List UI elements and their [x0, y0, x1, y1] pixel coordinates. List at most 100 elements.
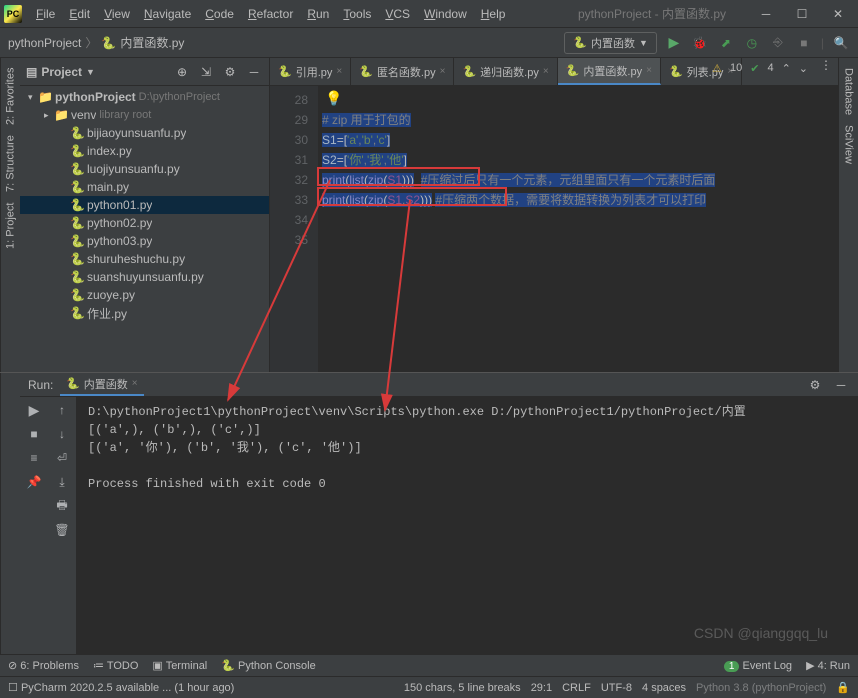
- hide-panel-button[interactable]: ─: [245, 63, 263, 81]
- line-gutter[interactable]: 2829303132333435: [270, 86, 318, 372]
- menu-help[interactable]: Help: [475, 4, 512, 24]
- menu-run[interactable]: Run: [301, 4, 335, 24]
- console-output[interactable]: D:\pythonProject1\pythonProject\venv\Scr…: [76, 397, 858, 654]
- gear-icon[interactable]: ⚙: [221, 63, 239, 81]
- left-strip-lower: [0, 373, 20, 654]
- tree-file[interactable]: 🐍main.py: [20, 178, 269, 196]
- tree-file[interactable]: 🐍shuruheshuchu.py: [20, 250, 269, 268]
- run-side-toolbar-2: ↑ ↓ ⏎ ⤓ 🖶 🗑: [48, 397, 76, 654]
- rerun-button[interactable]: ▶: [25, 401, 43, 419]
- code-content[interactable]: # zip 用于打包的S1=['a','b','c']S2=['你','我','…: [318, 86, 838, 372]
- tree-root[interactable]: ▾📁 pythonProject D:\pythonProject: [20, 88, 269, 106]
- tree-file[interactable]: 🐍python03.py: [20, 232, 269, 250]
- problems-tab[interactable]: ⊘ 6: Problems: [8, 659, 79, 672]
- strip-1Project[interactable]: 1: Project: [5, 202, 17, 248]
- event-log-tab[interactable]: 1 Event Log: [724, 660, 792, 672]
- project-tree[interactable]: ▾📁 pythonProject D:\pythonProject ▸📁 ven…: [20, 86, 269, 372]
- menu-code[interactable]: Code: [199, 4, 240, 24]
- python-console-tab[interactable]: 🐍 Python Console: [221, 659, 315, 672]
- profile-button[interactable]: ◷: [743, 34, 761, 52]
- tree-file[interactable]: 🐍suanshuyunsuanfu.py: [20, 268, 269, 286]
- run-config-selector[interactable]: 🐍内置函数▼: [564, 32, 657, 54]
- tree-file[interactable]: 🐍zuoye.py: [20, 286, 269, 304]
- run-bottom-tab[interactable]: ▶ 4: Run: [806, 659, 850, 672]
- tree-file[interactable]: 🐍bijiaoyunsuanfu.py: [20, 124, 269, 142]
- editor-area: 🐍引用.py×🐍匿名函数.py×🐍递归函数.py×🐍内置函数.py×🐍列表.py…: [270, 58, 838, 372]
- encoding[interactable]: UTF-8: [601, 682, 632, 694]
- strip-Database[interactable]: Database: [843, 68, 855, 115]
- pycharm-logo: PC: [4, 5, 22, 23]
- update-notification[interactable]: PyCharm 2020.2.5 available ... (1 hour a…: [21, 682, 234, 694]
- menu-tools[interactable]: Tools: [337, 4, 377, 24]
- tree-file[interactable]: 🐍python02.py: [20, 214, 269, 232]
- project-view-icon: ▤: [26, 65, 37, 79]
- menu-edit[interactable]: Edit: [63, 4, 96, 24]
- window-title: pythonProject - 内置函数.py: [578, 5, 746, 22]
- menu-view[interactable]: View: [98, 4, 136, 24]
- print-icon[interactable]: 🖶: [53, 497, 71, 515]
- expand-icon[interactable]: ⇲: [197, 63, 215, 81]
- menu-file[interactable]: File: [30, 4, 61, 24]
- strip-SciView[interactable]: SciView: [843, 125, 855, 164]
- editor-tab[interactable]: 🐍递归函数.py×: [454, 58, 557, 85]
- run-tab[interactable]: 🐍内置函数 ×: [60, 374, 144, 396]
- minimize-button[interactable]: ─: [750, 4, 782, 24]
- debug-button[interactable]: 🐞: [691, 34, 709, 52]
- menu-window[interactable]: Window: [418, 4, 473, 24]
- close-button[interactable]: ✕: [822, 4, 854, 24]
- search-everywhere-button[interactable]: 🔍: [832, 34, 850, 52]
- tab-list-icon[interactable]: ⋮: [814, 58, 838, 85]
- run-hide-button[interactable]: ─: [832, 376, 850, 394]
- run-side-toolbar: ▶ ■ ≡ 📌: [20, 397, 48, 654]
- terminal-tab[interactable]: ▣ Terminal: [152, 659, 207, 672]
- indent[interactable]: 4 spaces: [642, 682, 686, 694]
- editor-inspection[interactable]: ⚠10 ✔4 ⌃⌄: [712, 62, 808, 75]
- menu-refactor[interactable]: Refactor: [242, 4, 299, 24]
- warning-icon: ⚠: [712, 62, 722, 75]
- pin-icon[interactable]: 📌: [25, 473, 43, 491]
- tree-venv[interactable]: ▸📁 venv library root: [20, 106, 269, 124]
- tree-file[interactable]: 🐍index.py: [20, 142, 269, 160]
- run-button[interactable]: ▶: [665, 34, 683, 52]
- down-icon[interactable]: ↓: [53, 425, 71, 443]
- scroll-icon[interactable]: ⤓: [53, 473, 71, 491]
- breadcrumb-file[interactable]: 内置函数.py: [120, 34, 184, 51]
- status-bar: ☐ PyCharm 2020.2.5 available ... (1 hour…: [0, 676, 858, 698]
- todo-tab[interactable]: ≔ TODO: [93, 659, 138, 672]
- editor-tab[interactable]: 🐍匿名函数.py×: [351, 58, 454, 85]
- tree-file[interactable]: 🐍python01.py: [20, 196, 269, 214]
- up-icon[interactable]: ↑: [53, 401, 71, 419]
- attach-button[interactable]: ⎆: [769, 34, 787, 52]
- run-coverage-button[interactable]: ⬈: [717, 34, 735, 52]
- wrap-icon[interactable]: ⏎: [53, 449, 71, 467]
- locate-icon[interactable]: ⊕: [173, 63, 191, 81]
- menu-navigate[interactable]: Navigate: [138, 4, 197, 24]
- titlebar: PC FileEditViewNavigateCodeRefactorRunTo…: [0, 0, 858, 28]
- stop-run-button[interactable]: ■: [25, 425, 43, 443]
- check-icon: ✔: [750, 62, 759, 75]
- trash-icon[interactable]: 🗑: [53, 521, 71, 539]
- breadcrumb-root[interactable]: pythonProject: [8, 36, 81, 50]
- line-sep[interactable]: CRLF: [562, 682, 591, 694]
- menu-vcs[interactable]: VCS: [379, 4, 416, 24]
- char-count: 150 chars, 5 line breaks: [404, 682, 521, 694]
- run-panel: Run: 🐍内置函数 × ⚙ ─ ▶ ■ ≡ 📌 ↑ ↓ ⏎ ⤓ 🖶: [0, 372, 858, 654]
- run-gear-icon[interactable]: ⚙: [806, 376, 824, 394]
- main-area: 1: Project7: Structure2: Favorites ▤ Pro…: [0, 58, 858, 372]
- code-editor[interactable]: 💡 2829303132333435 # zip 用于打包的S1=['a','b…: [270, 86, 838, 372]
- left-tool-strip: 1: Project 7: Structure 2: Favorites: [0, 58, 20, 372]
- run-panel-header: Run: 🐍内置函数 × ⚙ ─: [20, 373, 858, 397]
- bottom-toolbar: ⊘ 6: Problems ≔ TODO ▣ Terminal 🐍 Python…: [0, 654, 858, 676]
- stop-button[interactable]: ■: [795, 34, 813, 52]
- editor-tab[interactable]: 🐍引用.py×: [270, 58, 351, 85]
- caret-position[interactable]: 29:1: [531, 682, 552, 694]
- strip-2Favorites[interactable]: 2: Favorites: [5, 68, 17, 125]
- tree-file[interactable]: 🐍作业.py: [20, 304, 269, 322]
- toolbar: pythonProject 〉 🐍 内置函数.py 🐍内置函数▼ ▶ 🐞 ⬈ ◷…: [0, 28, 858, 58]
- interpreter[interactable]: Python 3.8 (pythonProject): [696, 682, 826, 694]
- maximize-button[interactable]: ☐: [786, 4, 818, 24]
- layout-button[interactable]: ≡: [25, 449, 43, 467]
- strip-7Structure[interactable]: 7: Structure: [5, 135, 17, 192]
- tree-file[interactable]: 🐍luojiyunsuanfu.py: [20, 160, 269, 178]
- editor-tab[interactable]: 🐍内置函数.py×: [558, 58, 661, 85]
